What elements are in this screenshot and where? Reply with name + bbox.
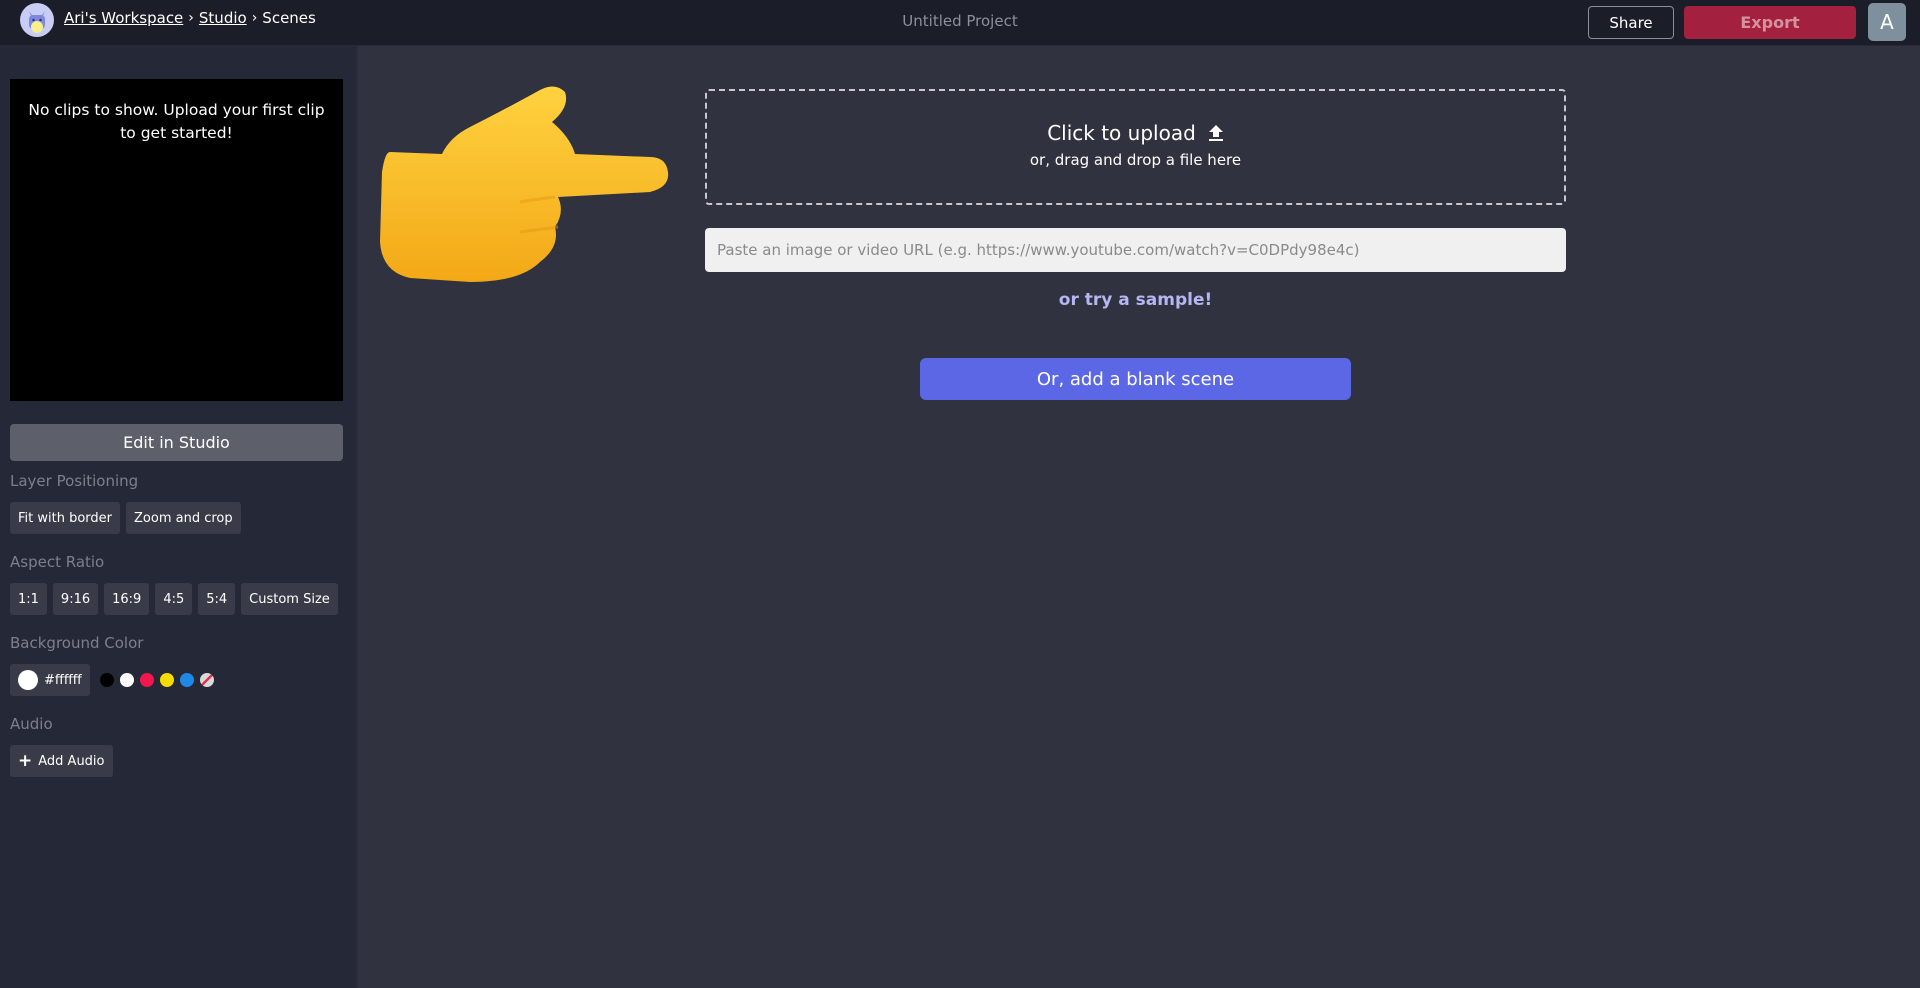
color-swatches [100, 673, 214, 687]
clip-preview: No clips to show. Upload your first clip… [10, 79, 343, 401]
pointing-right-hand-icon [370, 82, 675, 292]
add-audio-button[interactable]: + Add Audio [10, 745, 113, 777]
audio-controls: + Add Audio [10, 745, 113, 777]
layer-positioning-options: Fit with border Zoom and crop [10, 502, 241, 534]
audio-label: Audio [10, 715, 53, 733]
swatch-yellow[interactable] [160, 673, 174, 687]
custom-size-button[interactable]: Custom Size [241, 583, 338, 615]
swatch-white[interactable] [120, 673, 134, 687]
background-color-picker: #ffffff [10, 664, 90, 696]
aspect-4-5-button[interactable]: 4:5 [155, 583, 193, 615]
empty-clips-message: No clips to show. Upload your first clip… [28, 101, 325, 142]
swatch-blue[interactable] [180, 673, 194, 687]
upload-dropzone[interactable]: Click to upload or, drag and drop a file… [705, 89, 1566, 205]
try-sample-link[interactable]: or try a sample! [705, 290, 1566, 310]
aspect-16-9-button[interactable]: 16:9 [104, 583, 150, 615]
upload-title-row: Click to upload [707, 121, 1564, 145]
current-color-value: #ffffff [44, 672, 82, 688]
fit-with-border-button[interactable]: Fit with border [10, 502, 121, 534]
share-button[interactable]: Share [1588, 6, 1674, 39]
aspect-9-16-button[interactable]: 9:16 [52, 583, 99, 615]
add-blank-scene-button[interactable]: Or, add a blank scene [920, 358, 1351, 400]
aspect-5-4-button[interactable]: 5:4 [198, 583, 236, 615]
current-color-button[interactable]: #ffffff [10, 664, 90, 696]
url-input[interactable] [705, 228, 1566, 272]
upload-subtitle: or, drag and drop a file here [1029, 151, 1242, 169]
upload-icon [1208, 125, 1223, 141]
add-audio-label: Add Audio [38, 753, 105, 769]
aspect-ratio-label: Aspect Ratio [10, 553, 105, 571]
aspect-1-1-button[interactable]: 1:1 [10, 583, 47, 615]
swatch-red[interactable] [140, 673, 154, 687]
upload-title: Click to upload [1047, 121, 1196, 145]
background-color-label: Background Color [10, 634, 144, 652]
layer-positioning-label: Layer Positioning [10, 472, 139, 490]
sidebar: No clips to show. Upload your first clip… [0, 46, 358, 988]
swatch-black[interactable] [100, 673, 114, 687]
edit-in-studio-button[interactable]: Edit in Studio [10, 424, 343, 461]
current-color-swatch [18, 670, 38, 690]
top-bar: Ari's Workspace › Studio › Scenes Untitl… [0, 0, 1920, 46]
export-button[interactable]: Export [1684, 6, 1856, 39]
user-avatar[interactable]: A [1868, 3, 1906, 41]
swatch-transparent[interactable] [200, 673, 214, 687]
aspect-ratio-options: 1:1 9:16 16:9 4:5 5:4 Custom Size [10, 583, 338, 615]
zoom-and-crop-button[interactable]: Zoom and crop [126, 502, 241, 534]
plus-icon: + [18, 751, 33, 771]
